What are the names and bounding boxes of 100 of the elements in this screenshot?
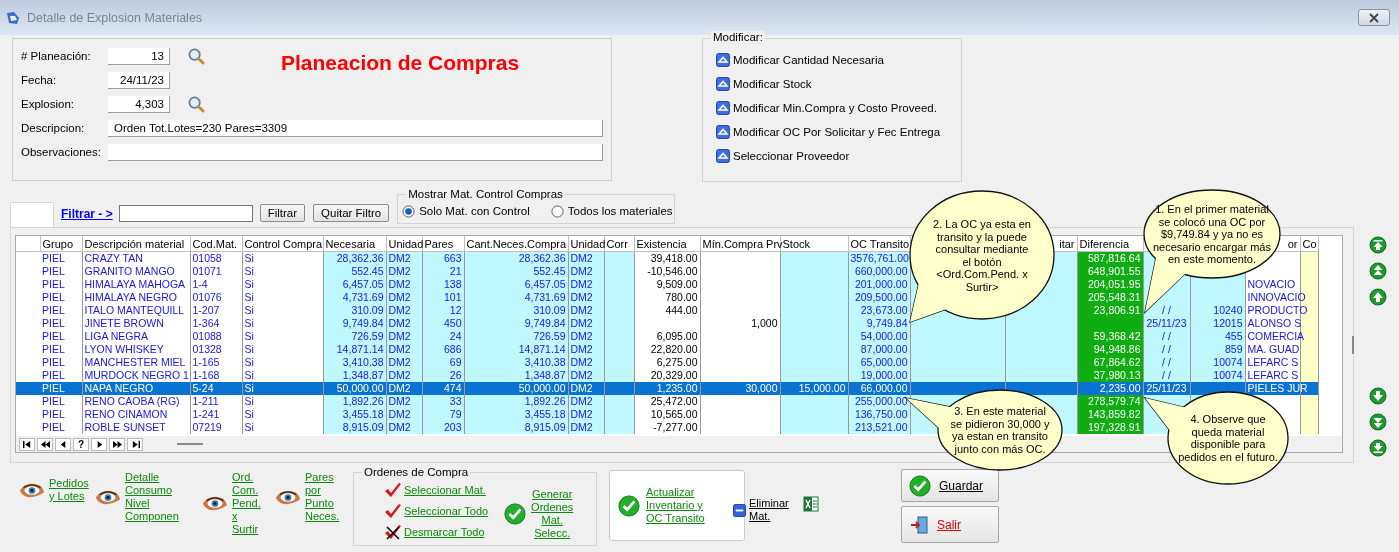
table-cell: MANCHESTER MIEL xyxy=(84,356,186,368)
modify-button[interactable]: Modificar OC Por Solicitar y Fec Entrega xyxy=(716,123,961,141)
scroll-button[interactable] xyxy=(1369,387,1387,405)
toolbar-button[interactable]: Ord. Com. Pend. x Surtir xyxy=(201,471,266,536)
update-button[interactable]: Actualizar Inventario y OC Transito xyxy=(609,470,745,541)
column-header[interactable]: itar xyxy=(1059,237,1075,250)
table-cell: DM2 xyxy=(388,330,411,342)
table-cell: 204,051.95 xyxy=(1087,278,1141,290)
callout-text: 4. Observe que queda material disponible para pedidos en el futuro. xyxy=(1178,413,1278,463)
table-cell: CRAZY TAN xyxy=(84,252,143,264)
table-cell: DM2 xyxy=(570,408,593,420)
table-cell: LYON WHISKEY xyxy=(84,343,164,355)
table-cell: PIEL xyxy=(42,343,65,355)
table-cell: Si xyxy=(244,356,254,368)
toolbar-button[interactable]: Detalle Consumo Nivel Componen xyxy=(94,471,193,523)
table-cell: 1-168 xyxy=(192,369,220,381)
column-header[interactable]: Unidad xyxy=(570,237,606,250)
table-cell: DM2 xyxy=(388,369,411,381)
table-cell: PIEL xyxy=(42,304,65,316)
column-header[interactable]: Cant.Neces.Compra xyxy=(466,237,567,250)
close-icon xyxy=(1369,12,1379,23)
table-cell: DM2 xyxy=(570,395,593,407)
modify-button[interactable]: Seleccionar Proveedor xyxy=(716,147,961,165)
scroll-button[interactable] xyxy=(1369,439,1387,457)
column-header[interactable]: Stock xyxy=(782,237,810,250)
scrollbar-thumb[interactable] xyxy=(1352,336,1354,354)
input-field[interactable]: 13 xyxy=(108,47,170,65)
close-button[interactable] xyxy=(1358,9,1390,26)
modify-button[interactable]: Modificar Min.Compra y Costo Proveed. xyxy=(716,99,961,117)
table-cell: ITALO MANTEQUILL xyxy=(84,304,185,316)
field-label: Explosion: xyxy=(21,98,76,110)
table-cell: 28,362.36 xyxy=(518,252,566,264)
radio-option[interactable]: Todos los materiales xyxy=(550,204,673,218)
nav-button[interactable] xyxy=(127,437,143,451)
table-cell: 1,235.00 xyxy=(656,382,698,394)
table-cell: 10074 xyxy=(1213,356,1243,368)
table-cell: DM2 xyxy=(388,265,411,277)
filter-field[interactable] xyxy=(118,205,253,222)
table-cell: 25,472.00 xyxy=(650,395,698,407)
scroll-button[interactable] xyxy=(1369,288,1387,306)
table-cell: ROBLE SUNSET xyxy=(84,421,166,433)
table-cell: PIEL xyxy=(42,265,65,277)
order-button[interactable]: Seleccionar Mat. xyxy=(384,482,489,498)
exit-door-icon xyxy=(909,514,929,535)
filter-link[interactable]: Filtrar - > xyxy=(61,207,113,221)
table-cell: 6,095.00 xyxy=(656,330,698,342)
search-icon[interactable] xyxy=(188,47,205,65)
scroll-button[interactable] xyxy=(1369,262,1387,280)
column-header[interactable]: Control Compra xyxy=(244,237,323,250)
table-cell: Si xyxy=(244,382,254,394)
table-cell: 69 xyxy=(449,356,462,368)
radio-button[interactable] xyxy=(402,204,416,218)
toolbar-button[interactable]: Pares por Punto Neces. xyxy=(274,471,341,523)
order-button[interactable]: Seleccionar Todo xyxy=(384,503,489,519)
column-header[interactable]: or xyxy=(1287,237,1298,250)
table-cell: 12 xyxy=(449,304,462,316)
scroll-button[interactable] xyxy=(1369,236,1387,254)
nav-button[interactable] xyxy=(37,437,53,451)
nav-button[interactable] xyxy=(19,437,35,451)
nav-button[interactable]: ? xyxy=(73,437,89,451)
column-header[interactable]: OC Transito xyxy=(850,237,910,250)
spreadsheet-icon[interactable] xyxy=(803,496,819,512)
order-button[interactable]: Desmarcar Todo xyxy=(384,524,489,540)
filter-button[interactable]: Filtrar xyxy=(259,204,306,222)
filter-button[interactable]: Quitar Filtro xyxy=(313,204,390,222)
input-field[interactable]: 4,303 xyxy=(108,95,170,113)
table-cell: / / xyxy=(1162,343,1171,355)
table-cell: 9,749.84 xyxy=(524,317,566,329)
radio-option[interactable]: Solo Mat. con Control xyxy=(402,204,530,218)
toolbar-button[interactable]: Pedidos y Lotes xyxy=(18,477,89,503)
modify-button[interactable]: Modificar Cantidad Necesaria xyxy=(716,51,961,69)
nav-button[interactable] xyxy=(109,437,125,451)
nav-button[interactable] xyxy=(55,437,71,451)
search-icon[interactable] xyxy=(188,95,205,113)
radio-button[interactable] xyxy=(550,204,564,218)
generate-button[interactable]: Generar Ordenes Mat. Selecc. xyxy=(504,483,575,545)
modify-button[interactable]: Modificar Stock xyxy=(716,75,961,93)
input-field[interactable] xyxy=(108,143,603,161)
table-cell: DM2 xyxy=(570,356,593,368)
nav-button[interactable] xyxy=(91,437,107,451)
scroll-button[interactable] xyxy=(1369,413,1387,431)
table-cell: 01076 xyxy=(192,291,222,303)
input-field[interactable]: Orden Tot.Lotes=230 Pares=3309 xyxy=(108,119,603,137)
save-button[interactable]: Guardar xyxy=(901,469,999,502)
table-cell: -7,277.00 xyxy=(653,421,698,433)
table-cell: 50,000.00 xyxy=(336,382,384,394)
table-cell: PIEL xyxy=(42,317,65,329)
column-header[interactable]: Mín.Compra Prv xyxy=(702,237,783,250)
table-cell: 67,864.62 xyxy=(1093,356,1141,368)
table-cell: 552.45 xyxy=(533,265,566,277)
column-header[interactable]: Co xyxy=(1302,237,1317,250)
table-cell: 8,915.09 xyxy=(342,421,384,433)
exit-button[interactable]: Salir xyxy=(901,506,999,543)
table-cell: JINETE BROWN xyxy=(84,317,164,329)
column-header[interactable]: Unidad xyxy=(388,237,424,250)
scrollbar-thumb[interactable] xyxy=(177,443,203,445)
table-cell: 66,000.00 xyxy=(860,382,908,394)
table-cell: RENO CAOBA (RG) xyxy=(84,395,180,407)
input-field[interactable]: 24/11/23 xyxy=(108,71,170,89)
crossed-checkmark-icon xyxy=(384,524,402,540)
